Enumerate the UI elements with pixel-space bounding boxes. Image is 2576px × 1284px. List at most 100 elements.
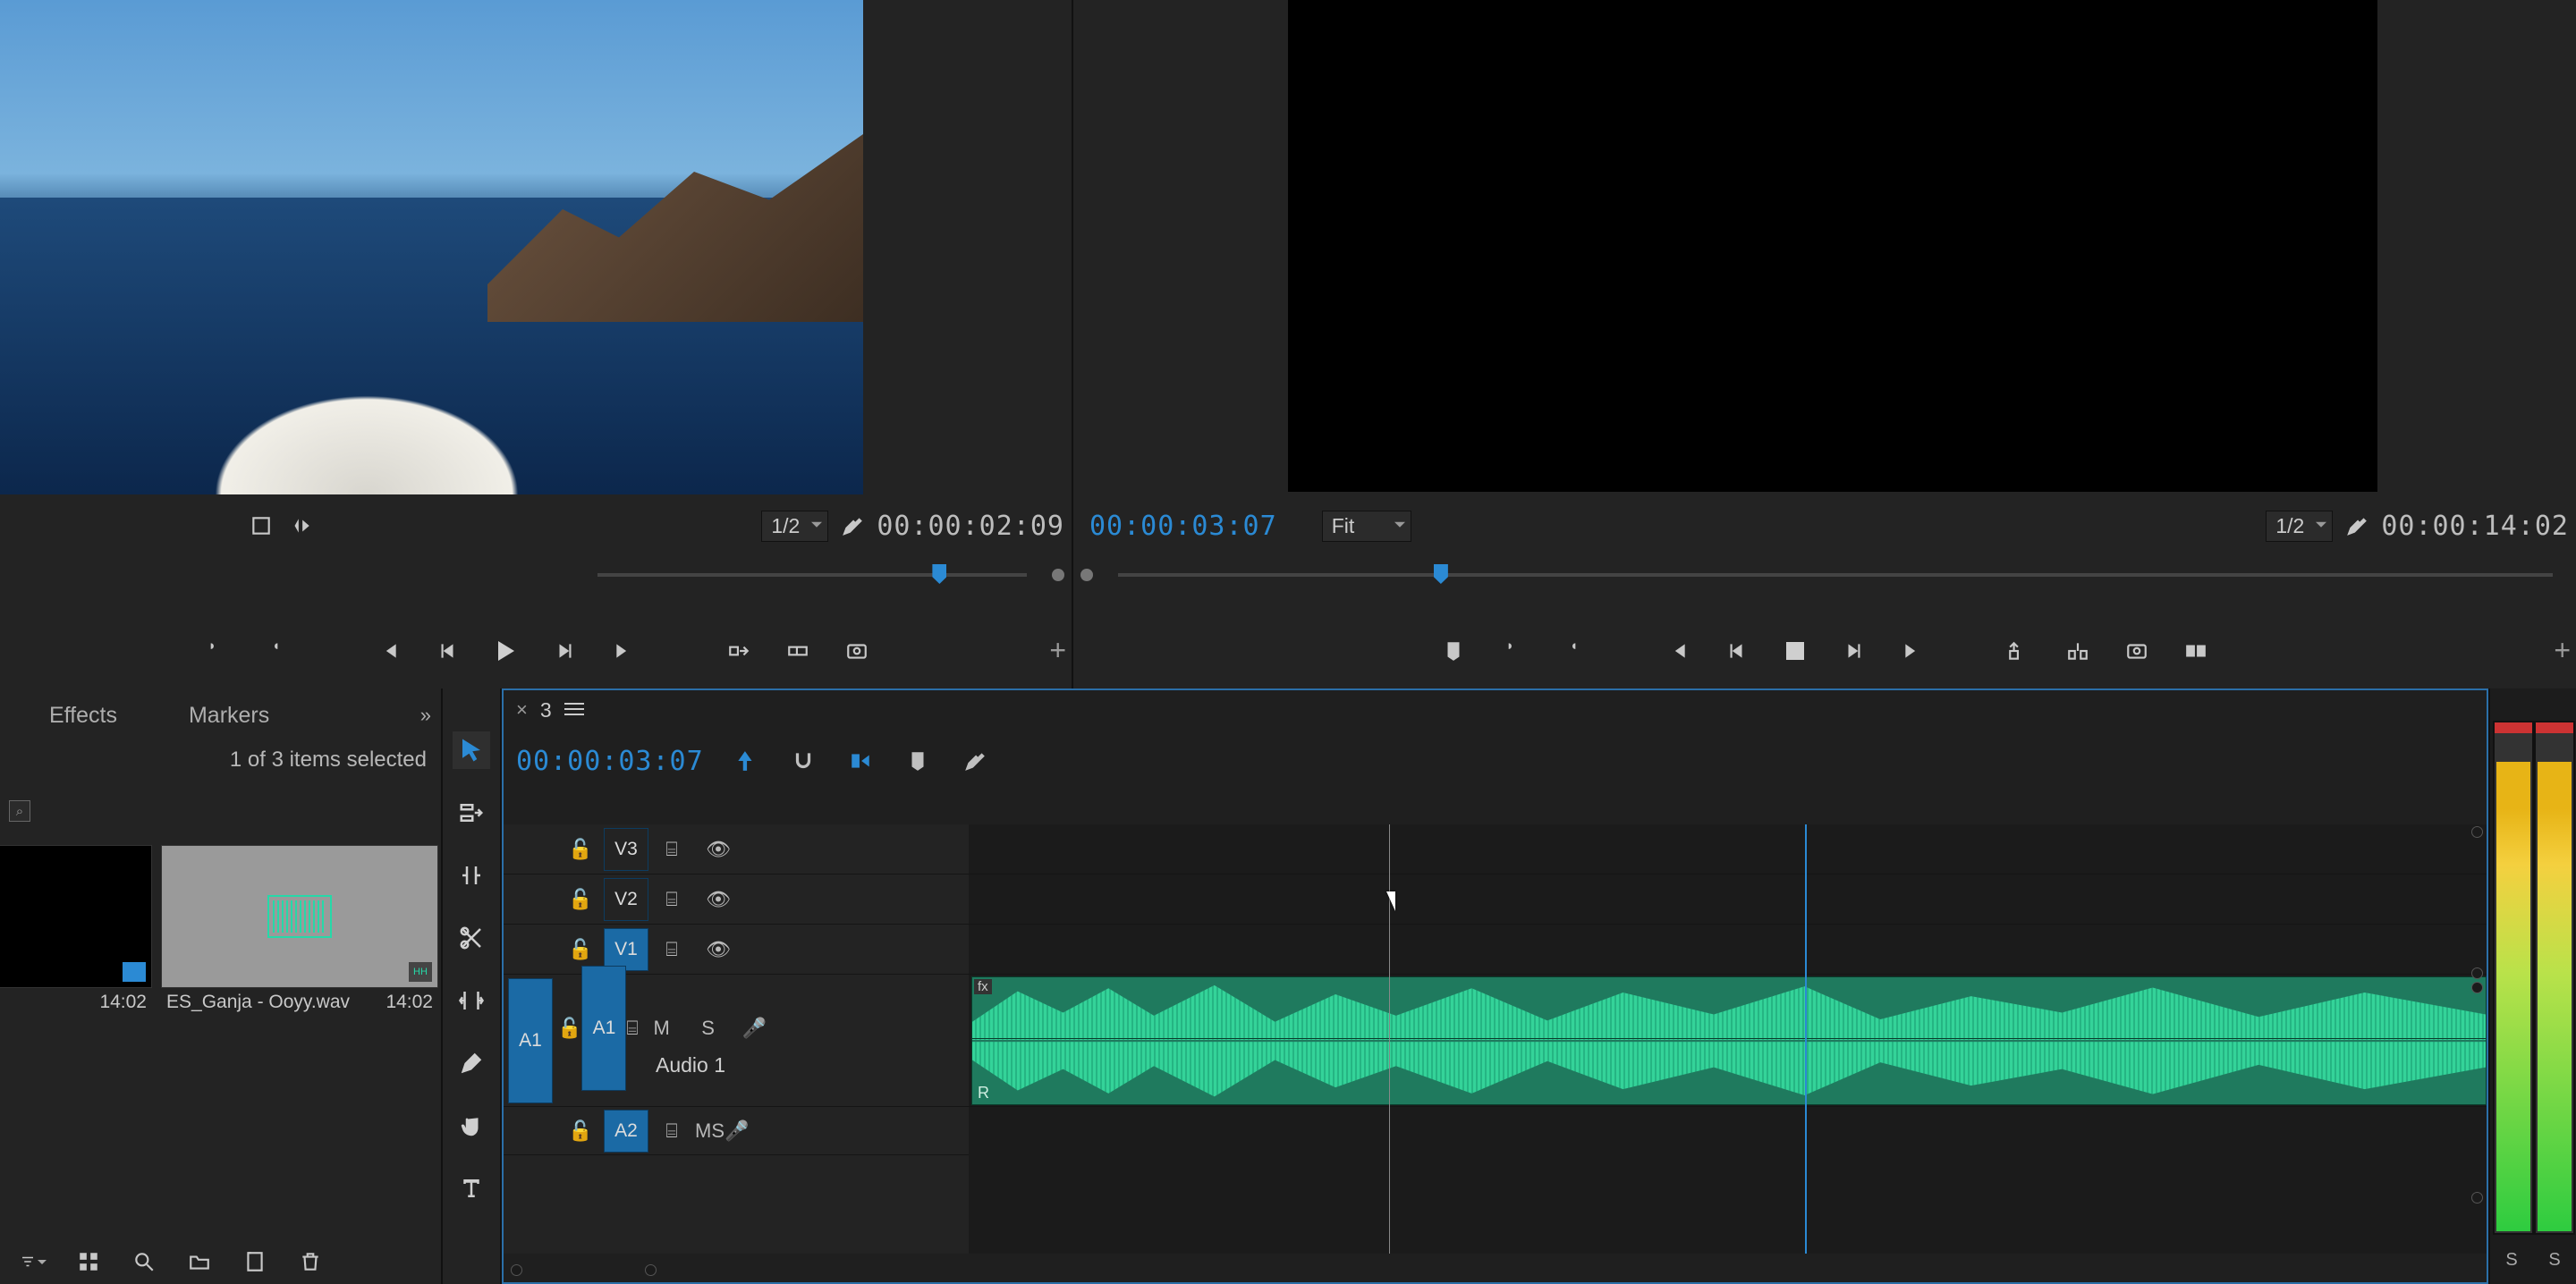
selection-tool[interactable] (453, 731, 490, 769)
source-add-button[interactable]: + (1049, 634, 1066, 667)
source-scrub-end[interactable] (1052, 569, 1064, 581)
timeline-playhead-timecode[interactable]: 00:00:03:07 (516, 746, 704, 777)
track-patch-v2[interactable]: V2 (604, 878, 648, 921)
source-patch-a1[interactable]: A1 (508, 978, 553, 1103)
track-header-a2[interactable]: 🔓 A2 ⌸ M S 🎤 (504, 1107, 969, 1155)
close-sequence-button[interactable]: × (516, 698, 528, 722)
playhead[interactable] (1805, 824, 1807, 1254)
vscroll-node[interactable] (2471, 826, 2483, 838)
solo-toggle[interactable]: S (711, 1119, 724, 1143)
mark-out-button[interactable] (258, 636, 289, 666)
program-preview[interactable] (1288, 0, 2377, 492)
track-visibility-toggle[interactable]: 👁 (695, 838, 741, 861)
solo-toggle[interactable]: S (685, 1017, 732, 1040)
type-tool[interactable] (453, 1170, 490, 1207)
meter-solo-right[interactable]: S (2548, 1250, 2560, 1271)
audio-clip[interactable]: fx R (971, 976, 2487, 1105)
program-scrub-start[interactable] (1080, 569, 1093, 581)
timeline-tracks[interactable]: :00:00 00:00:01:00 00:00:02:00 00:00:03:… (969, 824, 2487, 1254)
lock-toggle[interactable]: 🔓 (557, 938, 604, 961)
sync-lock-toggle[interactable]: ⌸ (648, 938, 695, 961)
track-header-v3[interactable]: 🔓 V3 ⌸ 👁 (504, 824, 969, 874)
source-settings-icon[interactable] (837, 511, 868, 541)
prog-step-back-button[interactable] (1721, 636, 1751, 666)
razor-tool[interactable] (453, 919, 490, 957)
vscroll-node[interactable] (2471, 982, 2483, 993)
prog-mark-out-button[interactable] (1556, 636, 1587, 666)
delete-button[interactable] (297, 1248, 324, 1275)
tab-markers[interactable]: Markers (189, 703, 269, 729)
program-zoom-dropdown[interactable]: Fit (1322, 511, 1411, 542)
ripple-edit-tool[interactable] (453, 857, 490, 894)
bin-item-sequence[interactable]: 14:02 (0, 845, 152, 1017)
audio-meter-left[interactable] (2493, 721, 2534, 1235)
source-scale-dropdown[interactable]: 1/2 (761, 511, 828, 542)
snap-toggle[interactable] (788, 746, 818, 776)
filter-bin-button[interactable] (20, 1248, 47, 1275)
timeline-settings-button[interactable] (960, 746, 990, 776)
sequence-menu-button[interactable] (564, 703, 584, 717)
sequence-tab[interactable]: 3 (540, 698, 552, 722)
track-visibility-toggle[interactable]: 👁 (695, 888, 741, 911)
linked-selection-toggle[interactable] (845, 746, 876, 776)
vscroll-node[interactable] (2471, 967, 2483, 979)
find-button[interactable] (131, 1248, 157, 1275)
program-position-timecode[interactable]: 00:00:03:07 (1089, 511, 1277, 542)
new-bin-button[interactable] (186, 1248, 213, 1275)
sync-lock-toggle[interactable]: ⌸ (626, 1017, 638, 1040)
export-frame-button[interactable] (842, 636, 872, 666)
extract-button[interactable] (2063, 636, 2093, 666)
sync-lock-toggle[interactable]: ⌸ (648, 838, 695, 861)
voiceover-toggle[interactable]: 🎤 (724, 1119, 749, 1143)
tab-effects[interactable]: Effects (49, 703, 117, 729)
hand-tool[interactable] (453, 1107, 490, 1145)
mark-frame-icon[interactable] (246, 511, 276, 541)
comparison-view-button[interactable] (2181, 636, 2211, 666)
lock-toggle[interactable]: 🔓 (557, 838, 604, 861)
audio-meter-right[interactable] (2534, 721, 2575, 1235)
program-add-button[interactable]: + (2554, 634, 2571, 667)
lock-toggle[interactable]: 🔓 (557, 1017, 581, 1040)
mute-toggle[interactable]: M (695, 1119, 711, 1143)
program-settings-icon[interactable] (2342, 511, 2372, 541)
panel-overflow-button[interactable]: » (420, 704, 428, 727)
prog-mark-in-button[interactable] (1497, 636, 1528, 666)
sync-lock-toggle[interactable]: ⌸ (648, 1119, 695, 1143)
track-header-v1[interactable]: 🔓 V1 ⌸ 👁 (504, 925, 969, 975)
prog-export-frame-button[interactable] (2122, 636, 2152, 666)
prog-go-to-in-button[interactable] (1662, 636, 1692, 666)
track-header-v2[interactable]: 🔓 V2 ⌸ 👁 (504, 874, 969, 925)
icon-view-button[interactable] (75, 1248, 102, 1275)
source-preview[interactable] (0, 0, 863, 494)
pen-tool[interactable] (453, 1044, 490, 1082)
track-name-a1[interactable]: Audio 1 (557, 1053, 778, 1077)
vscroll-node[interactable] (2471, 1192, 2483, 1204)
add-marker-button[interactable] (1438, 636, 1469, 666)
sync-lock-toggle[interactable]: ⌸ (648, 888, 695, 911)
track-patch-v3[interactable]: V3 (604, 828, 648, 871)
go-to-out-button[interactable] (609, 636, 640, 666)
track-patch-a2[interactable]: A2 (604, 1110, 648, 1153)
track-visibility-toggle[interactable]: 👁 (695, 938, 741, 961)
overwrite-button[interactable] (783, 636, 813, 666)
program-duration-timecode[interactable]: 00:00:14:02 (2381, 511, 2569, 542)
add-marker-timeline-button[interactable] (902, 746, 933, 776)
play-button[interactable] (491, 636, 521, 666)
lift-button[interactable] (2004, 636, 2034, 666)
search-icon[interactable]: ⌕ (9, 800, 30, 822)
step-forward-button[interactable] (550, 636, 580, 666)
track-patch-v1[interactable]: V1 (604, 928, 648, 971)
mute-toggle[interactable]: M (639, 1017, 685, 1040)
stop-button[interactable] (1780, 636, 1810, 666)
prog-step-forward-button[interactable] (1839, 636, 1869, 666)
drag-audio-icon[interactable] (285, 511, 316, 541)
track-header-a1[interactable]: A1 🔓 A1 ⌸ M S 🎤 Audio 1 (504, 975, 969, 1107)
lock-toggle[interactable]: 🔓 (557, 1119, 604, 1143)
insert-sequence-icon[interactable] (731, 746, 761, 776)
go-to-in-button[interactable] (373, 636, 403, 666)
prog-go-to-out-button[interactable] (1898, 636, 1928, 666)
program-scale-dropdown[interactable]: 1/2 (2266, 511, 2333, 542)
mark-in-button[interactable] (199, 636, 230, 666)
program-scrub-bar[interactable] (1118, 573, 2553, 577)
meter-solo-left[interactable]: S (2505, 1250, 2517, 1271)
